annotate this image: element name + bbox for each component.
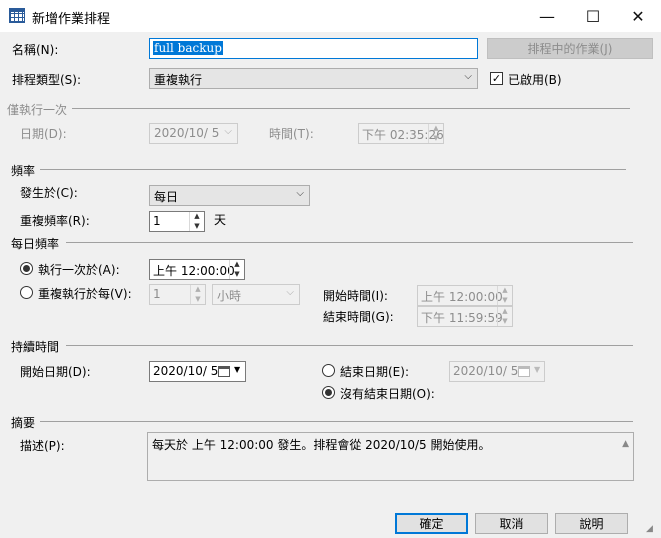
description-textarea[interactable]: 每天於 上午 12:00:00 發生。排程會從 2020/10/5 開始使用。 …	[147, 432, 634, 481]
start-time-label: 開始時間(I):	[323, 289, 388, 303]
help-button[interactable]: 說明	[555, 513, 628, 534]
occurs-label: 發生於(C):	[20, 186, 78, 200]
duration-section-title: 持續時間	[11, 340, 60, 354]
start-date-picker[interactable]: 2020/10/ 5 ▼	[149, 361, 246, 382]
one-time-time-label: 時間(T):	[269, 127, 314, 141]
recur-every-value: 1	[153, 287, 161, 301]
recur-every-input[interactable]: 1 ▲ ▼	[149, 284, 206, 305]
one-time-date-picker[interactable]: 2020/10/ 5 ⌵	[149, 123, 238, 144]
description-label: 描述(P):	[20, 439, 65, 453]
calendar-icon[interactable]	[518, 366, 530, 377]
recur-every-label: 重複執行於每(V):	[38, 287, 132, 301]
start-date-label: 開始日期(D):	[20, 365, 91, 379]
schedule-type-value: 重複執行	[154, 73, 203, 87]
jobs-in-schedule-button[interactable]: 排程中的作業(J)	[487, 38, 653, 59]
occurs-select[interactable]: 每日 ⌵	[149, 185, 310, 206]
scroll-up-icon[interactable]: ▲	[622, 439, 629, 449]
section-divider	[40, 169, 626, 170]
one-time-date-label: 日期(D):	[20, 127, 67, 141]
chevron-down-icon: ⌵	[224, 126, 232, 137]
spinner-icon[interactable]: ▲ ▼	[497, 307, 512, 326]
section-divider	[66, 345, 633, 346]
run-once-time-input[interactable]: 上午 12:00:00 ▲ ▼	[149, 259, 245, 280]
spinner-icon[interactable]: ▲ ▼	[497, 286, 512, 305]
recur-every-unit-value: 小時	[217, 289, 242, 303]
end-time-input[interactable]: 下午 11:59:59 ▲ ▼	[417, 306, 513, 327]
no-end-date-label: 沒有結束日期(O):	[340, 387, 435, 401]
name-label: 名稱(N):	[12, 43, 59, 57]
end-date-picker[interactable]: 2020/10/ 5 ▼	[449, 361, 545, 382]
resize-grip-icon[interactable]: ◢	[646, 524, 653, 534]
ok-button[interactable]: 確定	[395, 513, 468, 534]
schedule-type-label: 排程類型(S):	[12, 73, 82, 87]
frequency-section-title: 頻率	[11, 164, 36, 178]
end-date-value: 2020/10/ 5	[453, 364, 519, 378]
run-once-time-value: 上午 12:00:00	[153, 264, 235, 278]
section-divider	[72, 108, 630, 109]
spinner-icon[interactable]: ▲ ▼	[190, 285, 205, 304]
enabled-checkbox[interactable]: ✓	[490, 72, 503, 85]
chevron-down-icon: ⌵	[286, 287, 294, 298]
cancel-button[interactable]: 取消	[475, 513, 548, 534]
section-divider	[66, 242, 633, 243]
start-time-value: 上午 12:00:00	[421, 290, 503, 304]
end-date-label: 結束日期(E):	[340, 365, 409, 379]
schedule-type-select[interactable]: 重複執行 ⌵	[149, 68, 478, 89]
chevron-down-icon: ▼	[234, 365, 241, 374]
chevron-down-icon: ▼	[534, 365, 541, 374]
name-input[interactable]: full backup	[149, 38, 478, 59]
recurs-label: 重複頻率(R):	[20, 214, 90, 228]
end-time-value: 下午 11:59:59	[421, 311, 503, 325]
summary-section-title: 摘要	[11, 416, 36, 430]
spinner-icon[interactable]: ▲ ▼	[428, 124, 443, 143]
recur-every-radio[interactable]	[20, 286, 33, 299]
run-once-radio[interactable]	[20, 262, 33, 275]
enabled-label: 已啟用(B)	[508, 73, 562, 87]
recurs-value: 1	[153, 214, 161, 228]
one-time-time-input[interactable]: 下午 02:35:26 ▲ ▼	[358, 123, 444, 144]
description-value: 每天於 上午 12:00:00 發生。排程會從 2020/10/5 開始使用。	[152, 438, 491, 452]
spinner-icon[interactable]: ▲ ▼	[229, 260, 244, 279]
start-time-input[interactable]: 上午 12:00:00 ▲ ▼	[417, 285, 513, 306]
spinner-icon[interactable]: ▲ ▼	[189, 212, 204, 231]
window-title: 新增作業排程	[32, 12, 111, 27]
chevron-down-icon: ⌵	[296, 188, 304, 199]
calendar-icon[interactable]	[218, 366, 230, 377]
end-time-label: 結束時間(G):	[323, 310, 394, 324]
recurs-every-input[interactable]: 1 ▲ ▼	[149, 211, 205, 232]
one-time-date-value: 2020/10/ 5	[154, 126, 220, 140]
recur-every-unit-select[interactable]: 小時 ⌵	[212, 284, 300, 305]
run-once-label: 執行一次於(A):	[38, 263, 120, 277]
calendar-icon	[9, 8, 25, 23]
occurs-value: 每日	[154, 190, 179, 204]
start-date-value: 2020/10/ 5	[153, 364, 219, 378]
close-button[interactable]: ✕	[615, 0, 661, 32]
name-value: full backup	[153, 41, 223, 55]
daily-frequency-section-title: 每日頻率	[11, 237, 60, 251]
maximize-button[interactable]: ☐	[570, 0, 616, 32]
recurs-unit: 天	[214, 213, 227, 227]
one-time-section-title: 僅執行一次	[7, 103, 68, 117]
section-divider	[40, 421, 633, 422]
chevron-down-icon: ⌵	[464, 71, 472, 82]
end-date-radio[interactable]	[322, 364, 335, 377]
no-end-date-radio[interactable]	[322, 386, 335, 399]
minimize-button[interactable]: —	[524, 0, 570, 32]
